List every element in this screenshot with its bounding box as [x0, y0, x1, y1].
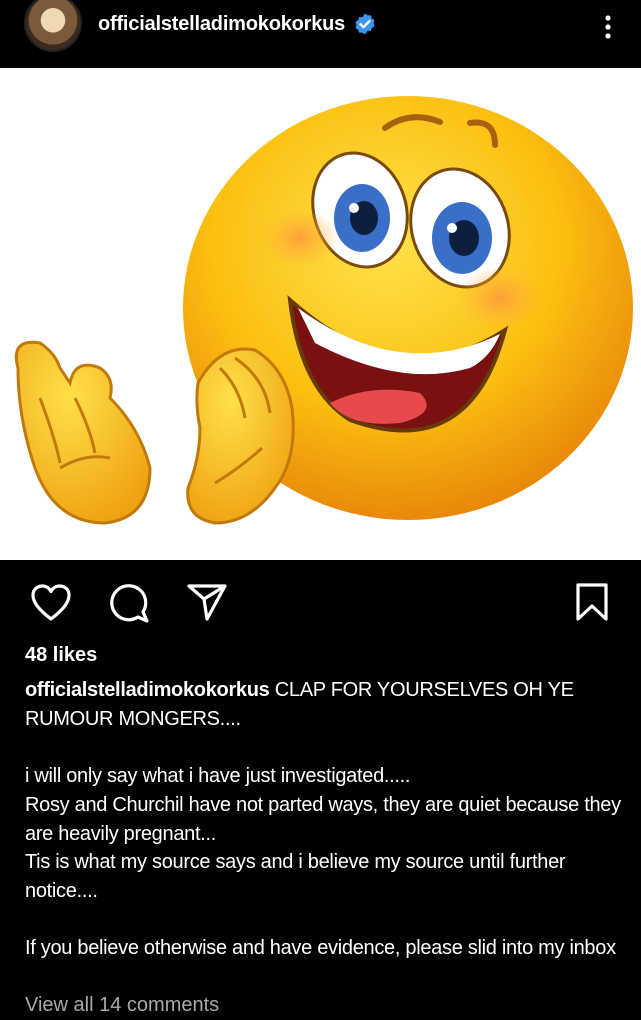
caption: officialstelladimokokorkus CLAP FOR YOUR…	[25, 676, 625, 963]
post-image[interactable]	[0, 68, 641, 560]
view-comments-link[interactable]: View all 14 comments	[25, 994, 219, 1017]
caption-line: Tis is what my source says and i believe…	[25, 851, 566, 902]
action-bar	[0, 560, 641, 640]
bookmark-icon[interactable]	[574, 582, 610, 622]
post-header: officialstelladimokokorkus	[0, 0, 641, 68]
caption-line: i will only say what i have just investi…	[25, 765, 411, 788]
caption-line: If you believe otherwise and have eviden…	[25, 937, 616, 960]
username-row: officialstelladimokokorkus	[98, 12, 377, 36]
caption-username[interactable]: officialstelladimokokorkus	[25, 679, 270, 701]
share-icon[interactable]	[186, 582, 228, 622]
avatar[interactable]	[24, 0, 82, 52]
clapping-emoji-image	[14, 96, 633, 525]
comment-icon[interactable]	[108, 582, 150, 624]
username[interactable]: officialstelladimokokorkus	[98, 13, 345, 36]
more-options-icon[interactable]	[603, 14, 613, 40]
verified-icon	[355, 13, 375, 35]
likes-count[interactable]: 48 likes	[25, 644, 97, 667]
heart-icon[interactable]	[30, 584, 72, 622]
caption-line: Rosy and Churchil have not parted ways, …	[25, 793, 621, 845]
